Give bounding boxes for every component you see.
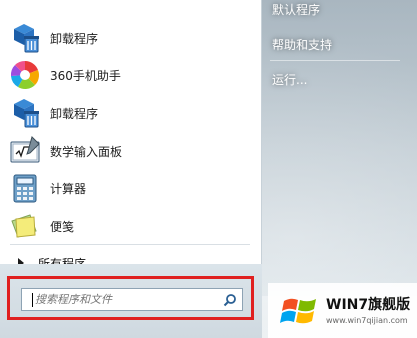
sticky-notes-icon	[8, 209, 42, 243]
search-icon[interactable]	[222, 292, 238, 308]
start-menu-program-list: 卸载程序 360手机助手 卸载程序 数学输入面板 计算器 便笺	[0, 0, 262, 296]
360-phone-assistant-icon	[8, 58, 42, 92]
program-label: 计算器	[50, 181, 87, 196]
watermark-url: www.win7qijian.com	[326, 316, 408, 325]
search-box[interactable]	[21, 288, 243, 311]
help-and-support-link[interactable]: 帮助和支持	[272, 36, 332, 53]
program-sticky-notes[interactable]: 便笺	[8, 208, 256, 244]
program-360-phone-assistant[interactable]: 360手机助手	[8, 57, 256, 93]
watermark: WIN7旗舰版 www.win7qijian.com	[268, 283, 417, 338]
divider	[10, 244, 250, 245]
math-input-panel-icon	[8, 134, 42, 168]
program-label: 360手机助手	[50, 68, 121, 83]
program-uninstall-1[interactable]: 卸载程序	[8, 20, 256, 56]
default-programs-link[interactable]: 默认程序	[272, 1, 320, 18]
windows-logo-icon	[280, 291, 320, 331]
program-label: 卸载程序	[50, 31, 99, 46]
program-label: 便笺	[50, 219, 75, 234]
divider	[270, 60, 400, 61]
program-label: 数学输入面板	[50, 144, 123, 159]
program-label: 卸载程序	[50, 106, 99, 121]
watermark-title: WIN7旗舰版	[326, 297, 411, 313]
calculator-icon	[8, 171, 42, 205]
uninstall-icon	[8, 96, 42, 130]
uninstall-icon	[8, 21, 42, 55]
text-caret	[32, 292, 33, 307]
run-link[interactable]: 运行...	[272, 71, 307, 88]
program-math-input-panel[interactable]: 数学输入面板	[8, 133, 256, 169]
program-uninstall-2[interactable]: 卸载程序	[8, 95, 256, 131]
program-calculator[interactable]: 计算器	[8, 170, 256, 206]
search-input[interactable]	[35, 293, 215, 306]
start-menu-right-pane: 默认程序 帮助和支持 运行...	[262, 0, 417, 296]
